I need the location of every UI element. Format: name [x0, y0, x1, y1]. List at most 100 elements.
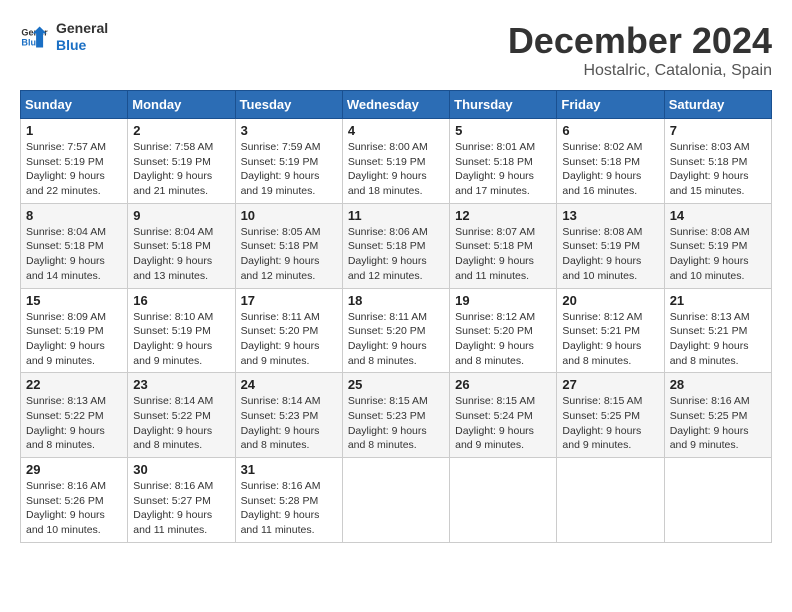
day-info: Sunrise: 8:08 AMSunset: 5:19 PMDaylight:… [562, 226, 642, 282]
day-cell-19: 19 Sunrise: 8:12 AMSunset: 5:20 PMDaylig… [450, 288, 557, 373]
day-number: 12 [455, 208, 551, 223]
day-cell-3: 3 Sunrise: 7:59 AMSunset: 5:19 PMDayligh… [235, 119, 342, 204]
day-cell-29: 29 Sunrise: 8:16 AMSunset: 5:26 PMDaylig… [21, 458, 128, 543]
day-number: 25 [348, 377, 444, 392]
day-number: 8 [26, 208, 122, 223]
day-info: Sunrise: 8:16 AMSunset: 5:25 PMDaylight:… [670, 395, 750, 451]
day-info: Sunrise: 8:08 AMSunset: 5:19 PMDaylight:… [670, 226, 750, 282]
weekday-header-thursday: Thursday [450, 91, 557, 119]
day-cell-8: 8 Sunrise: 8:04 AMSunset: 5:18 PMDayligh… [21, 203, 128, 288]
day-info: Sunrise: 8:09 AMSunset: 5:19 PMDaylight:… [26, 311, 106, 367]
weekday-header-friday: Friday [557, 91, 664, 119]
day-number: 14 [670, 208, 766, 223]
day-number: 23 [133, 377, 229, 392]
day-number: 27 [562, 377, 658, 392]
day-number: 6 [562, 123, 658, 138]
day-number: 16 [133, 293, 229, 308]
day-info: Sunrise: 8:15 AMSunset: 5:25 PMDaylight:… [562, 395, 642, 451]
day-cell-20: 20 Sunrise: 8:12 AMSunset: 5:21 PMDaylig… [557, 288, 664, 373]
weekday-header-sunday: Sunday [21, 91, 128, 119]
day-number: 30 [133, 462, 229, 477]
day-info: Sunrise: 8:04 AMSunset: 5:18 PMDaylight:… [26, 226, 106, 282]
day-cell-14: 14 Sunrise: 8:08 AMSunset: 5:19 PMDaylig… [664, 203, 771, 288]
day-number: 22 [26, 377, 122, 392]
day-number: 9 [133, 208, 229, 223]
day-number: 29 [26, 462, 122, 477]
location-subtitle: Hostalric, Catalonia, Spain [508, 62, 772, 80]
day-info: Sunrise: 7:57 AMSunset: 5:19 PMDaylight:… [26, 141, 106, 197]
day-cell-30: 30 Sunrise: 8:16 AMSunset: 5:27 PMDaylig… [128, 458, 235, 543]
day-cell-24: 24 Sunrise: 8:14 AMSunset: 5:23 PMDaylig… [235, 373, 342, 458]
weekday-header-wednesday: Wednesday [342, 91, 449, 119]
day-info: Sunrise: 8:16 AMSunset: 5:27 PMDaylight:… [133, 480, 213, 536]
day-cell-18: 18 Sunrise: 8:11 AMSunset: 5:20 PMDaylig… [342, 288, 449, 373]
empty-cell [664, 458, 771, 543]
weekday-header-row: SundayMondayTuesdayWednesdayThursdayFrid… [21, 91, 772, 119]
day-info: Sunrise: 8:00 AMSunset: 5:19 PMDaylight:… [348, 141, 428, 197]
weekday-header-tuesday: Tuesday [235, 91, 342, 119]
calendar-week-3: 15 Sunrise: 8:09 AMSunset: 5:19 PMDaylig… [21, 288, 772, 373]
weekday-header-monday: Monday [128, 91, 235, 119]
day-info: Sunrise: 7:59 AMSunset: 5:19 PMDaylight:… [241, 141, 321, 197]
day-info: Sunrise: 8:05 AMSunset: 5:18 PMDaylight:… [241, 226, 321, 282]
day-number: 21 [670, 293, 766, 308]
day-cell-15: 15 Sunrise: 8:09 AMSunset: 5:19 PMDaylig… [21, 288, 128, 373]
day-number: 3 [241, 123, 337, 138]
day-info: Sunrise: 8:11 AMSunset: 5:20 PMDaylight:… [348, 311, 427, 367]
day-cell-16: 16 Sunrise: 8:10 AMSunset: 5:19 PMDaylig… [128, 288, 235, 373]
day-cell-23: 23 Sunrise: 8:14 AMSunset: 5:22 PMDaylig… [128, 373, 235, 458]
day-info: Sunrise: 7:58 AMSunset: 5:19 PMDaylight:… [133, 141, 213, 197]
day-cell-25: 25 Sunrise: 8:15 AMSunset: 5:23 PMDaylig… [342, 373, 449, 458]
day-info: Sunrise: 8:12 AMSunset: 5:21 PMDaylight:… [562, 311, 642, 367]
day-number: 26 [455, 377, 551, 392]
empty-cell [557, 458, 664, 543]
day-number: 31 [241, 462, 337, 477]
day-number: 5 [455, 123, 551, 138]
empty-cell [450, 458, 557, 543]
day-cell-26: 26 Sunrise: 8:15 AMSunset: 5:24 PMDaylig… [450, 373, 557, 458]
day-info: Sunrise: 8:07 AMSunset: 5:18 PMDaylight:… [455, 226, 535, 282]
logo: General Blue General Blue [20, 20, 108, 54]
day-number: 13 [562, 208, 658, 223]
page-header: General Blue General Blue December 2024 … [20, 20, 772, 80]
day-number: 17 [241, 293, 337, 308]
day-number: 2 [133, 123, 229, 138]
day-cell-1: 1 Sunrise: 7:57 AMSunset: 5:19 PMDayligh… [21, 119, 128, 204]
day-info: Sunrise: 8:15 AMSunset: 5:24 PMDaylight:… [455, 395, 535, 451]
day-cell-13: 13 Sunrise: 8:08 AMSunset: 5:19 PMDaylig… [557, 203, 664, 288]
day-number: 19 [455, 293, 551, 308]
day-info: Sunrise: 8:04 AMSunset: 5:18 PMDaylight:… [133, 226, 213, 282]
day-number: 24 [241, 377, 337, 392]
day-number: 20 [562, 293, 658, 308]
calendar-week-4: 22 Sunrise: 8:13 AMSunset: 5:22 PMDaylig… [21, 373, 772, 458]
logo-blue: Blue [56, 37, 108, 54]
day-cell-28: 28 Sunrise: 8:16 AMSunset: 5:25 PMDaylig… [664, 373, 771, 458]
day-cell-12: 12 Sunrise: 8:07 AMSunset: 5:18 PMDaylig… [450, 203, 557, 288]
day-info: Sunrise: 8:12 AMSunset: 5:20 PMDaylight:… [455, 311, 535, 367]
calendar-week-5: 29 Sunrise: 8:16 AMSunset: 5:26 PMDaylig… [21, 458, 772, 543]
calendar-week-2: 8 Sunrise: 8:04 AMSunset: 5:18 PMDayligh… [21, 203, 772, 288]
day-number: 18 [348, 293, 444, 308]
day-cell-2: 2 Sunrise: 7:58 AMSunset: 5:19 PMDayligh… [128, 119, 235, 204]
day-number: 11 [348, 208, 444, 223]
day-info: Sunrise: 8:10 AMSunset: 5:19 PMDaylight:… [133, 311, 213, 367]
day-info: Sunrise: 8:06 AMSunset: 5:18 PMDaylight:… [348, 226, 428, 282]
day-info: Sunrise: 8:03 AMSunset: 5:18 PMDaylight:… [670, 141, 750, 197]
day-cell-4: 4 Sunrise: 8:00 AMSunset: 5:19 PMDayligh… [342, 119, 449, 204]
day-info: Sunrise: 8:14 AMSunset: 5:22 PMDaylight:… [133, 395, 213, 451]
day-number: 28 [670, 377, 766, 392]
day-cell-27: 27 Sunrise: 8:15 AMSunset: 5:25 PMDaylig… [557, 373, 664, 458]
day-cell-22: 22 Sunrise: 8:13 AMSunset: 5:22 PMDaylig… [21, 373, 128, 458]
day-cell-10: 10 Sunrise: 8:05 AMSunset: 5:18 PMDaylig… [235, 203, 342, 288]
day-cell-11: 11 Sunrise: 8:06 AMSunset: 5:18 PMDaylig… [342, 203, 449, 288]
logo-general: General [56, 20, 108, 37]
day-cell-7: 7 Sunrise: 8:03 AMSunset: 5:18 PMDayligh… [664, 119, 771, 204]
day-info: Sunrise: 8:01 AMSunset: 5:18 PMDaylight:… [455, 141, 535, 197]
day-number: 15 [26, 293, 122, 308]
day-info: Sunrise: 8:11 AMSunset: 5:20 PMDaylight:… [241, 311, 320, 367]
empty-cell [342, 458, 449, 543]
day-info: Sunrise: 8:02 AMSunset: 5:18 PMDaylight:… [562, 141, 642, 197]
calendar-week-1: 1 Sunrise: 7:57 AMSunset: 5:19 PMDayligh… [21, 119, 772, 204]
day-info: Sunrise: 8:15 AMSunset: 5:23 PMDaylight:… [348, 395, 428, 451]
day-cell-9: 9 Sunrise: 8:04 AMSunset: 5:18 PMDayligh… [128, 203, 235, 288]
